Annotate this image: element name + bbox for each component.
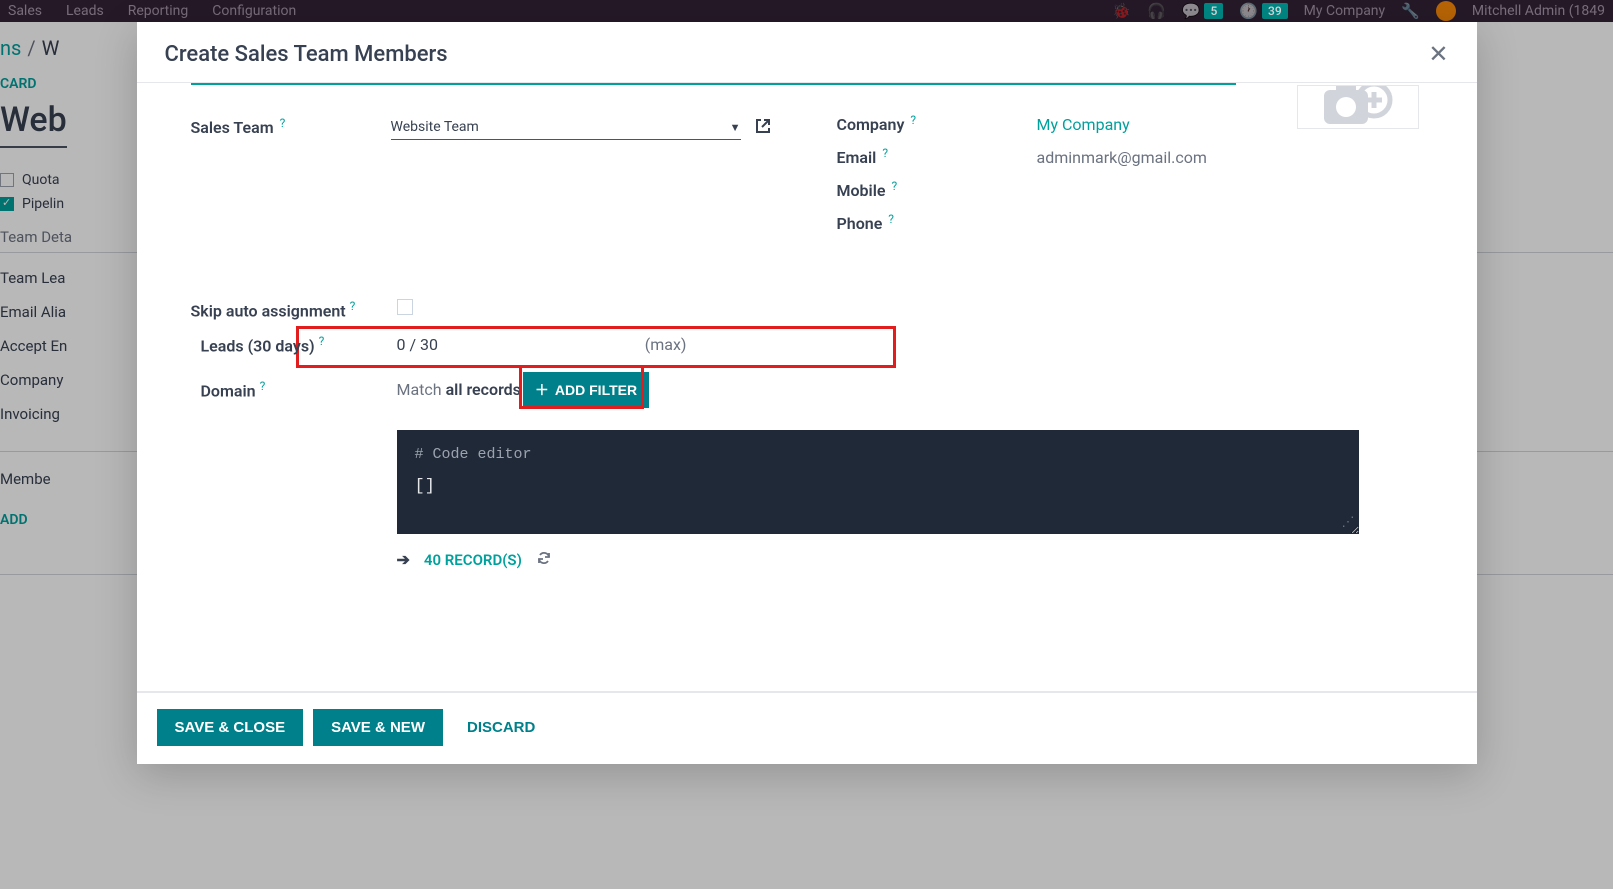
sales-team-label: Sales Team? [191,118,391,137]
help-icon[interactable]: ? [910,113,916,127]
help-icon[interactable]: ? [280,116,286,130]
help-icon[interactable]: ? [350,299,356,313]
modal-overlay: Create Sales Team Members ✕ [0,0,1613,889]
help-icon[interactable]: ? [891,179,897,193]
caret-down-icon: ▼ [730,121,741,134]
leads-count-value: 0 / 30 [397,335,439,354]
save-close-button[interactable]: SAVE & CLOSE [157,709,304,746]
leads-max-hint: (max) [645,335,687,354]
sales-team-select[interactable]: Website Team ▼ [391,115,741,140]
records-count-link[interactable]: 40 RECORD(S) [424,551,522,569]
modal-body: Sales Team? Website Team ▼ [137,83,1477,691]
close-icon[interactable]: ✕ [1428,40,1448,68]
resize-handle-icon[interactable]: ⋰ [1342,515,1355,530]
save-new-button[interactable]: SAVE & NEW [313,709,443,746]
help-icon[interactable]: ? [260,379,266,393]
email-value: adminmark@gmail.com [1037,148,1423,167]
domain-code-editor[interactable]: # Code editor [] ⋰ [397,430,1359,534]
camera-plus-icon [1318,85,1398,129]
highlight-filter [519,365,644,409]
refresh-icon[interactable] [536,550,552,570]
form-top-row: Sales Team? Website Team ▼ [165,115,1449,247]
skip-auto-label: Skip auto assignment? [191,299,397,320]
external-link-icon[interactable] [755,118,771,138]
domain-match-text: Match all records [397,380,521,399]
salesperson-underline [191,83,1236,85]
modal-header: Create Sales Team Members ✕ [137,22,1477,82]
modal-footer: SAVE & CLOSE SAVE & NEW DISCARD [137,692,1477,764]
code-comment: # Code editor [415,446,1341,463]
help-icon[interactable]: ? [888,212,894,226]
avatar-upload[interactable] [1297,85,1419,129]
code-content: [] [415,477,1341,496]
mobile-label: Mobile? [837,181,1037,200]
sales-team-value: Website Team [391,119,479,135]
skip-auto-checkbox[interactable] [397,299,413,315]
form-assignment-block: Skip auto assignment? Leads (30 days)? [165,299,1449,570]
leads-30-label: Leads (30 days)? [201,334,397,355]
help-icon[interactable]: ? [882,146,888,160]
help-icon[interactable]: ? [319,334,325,348]
domain-label: Domain? [201,379,397,400]
phone-label: Phone? [837,214,1037,233]
create-sales-team-members-dialog: Create Sales Team Members ✕ [137,22,1477,764]
modal-title: Create Sales Team Members [165,42,448,67]
company-label: Company? [837,115,1037,134]
discard-button[interactable]: DISCARD [453,709,549,746]
email-label: Email? [837,148,1037,167]
arrow-right-icon[interactable]: ➔ [397,550,410,569]
